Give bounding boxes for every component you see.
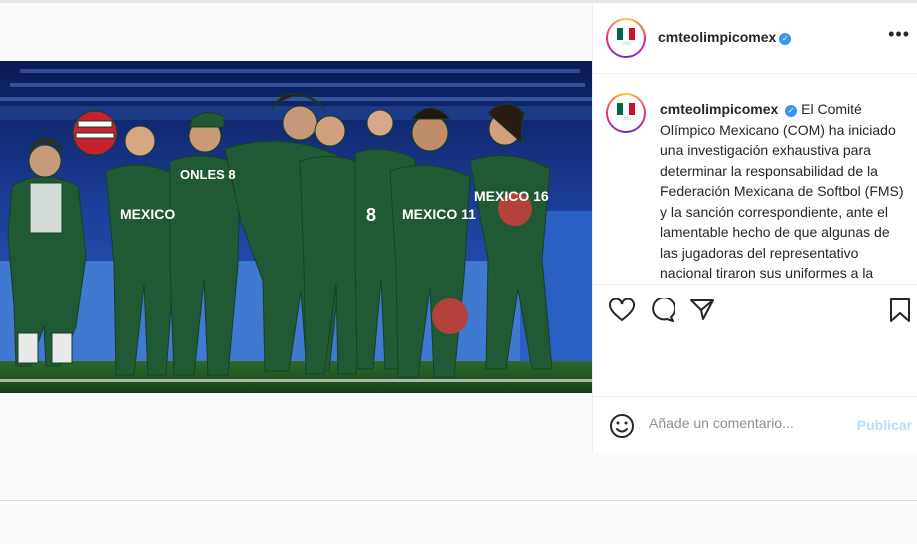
media-column: ONLES 8 MEXICO MEXICO 11 MEXICO 16 8 [0, 3, 592, 452]
jersey-number-text: 8 [366, 205, 376, 225]
jersey-number-text: MEXICO 16 [474, 188, 549, 204]
publish-button[interactable]: Publicar [857, 417, 912, 433]
jersey-country-text: MEXICO 11 [402, 206, 476, 222]
jersey-name-text: ONLES 8 [180, 167, 236, 182]
jersey-country-text: MEXICO [120, 206, 175, 222]
bookmark-icon[interactable] [889, 297, 911, 323]
softball-team-photo: ONLES 8 MEXICO MEXICO 11 MEXICO 16 8 [0, 61, 592, 393]
post-photo[interactable]: ONLES 8 MEXICO MEXICO 11 MEXICO 16 8 [0, 61, 592, 393]
mexico-flag-icon [617, 103, 635, 115]
share-icon[interactable] [689, 297, 715, 321]
mexico-flag-icon [617, 28, 635, 40]
avatar[interactable]: ○○○ [606, 18, 646, 58]
olympic-rings-icon: ○○○ [622, 41, 631, 47]
action-bar [593, 284, 917, 334]
post-header: ○○○ cmteolimpicomex ✓ ••• [593, 3, 917, 74]
post-caption: cmteolimpicomex ✓ El Comité Olímpico Mexi… [660, 99, 910, 284]
comment-input[interactable] [649, 415, 839, 431]
post-modal: ONLES 8 MEXICO MEXICO 11 MEXICO 16 8 ○○○… [0, 3, 917, 452]
username[interactable]: cmteolimpicomex [658, 29, 776, 45]
instagram-post-page: ONLES 8 MEXICO MEXICO 11 MEXICO 16 8 ○○○… [0, 0, 917, 544]
avatar[interactable]: ○○○ [606, 93, 646, 133]
likes-section [593, 334, 917, 396]
more-options-icon[interactable]: ••• [888, 25, 910, 43]
post-details-panel: ○○○ cmteolimpicomex ✓ ••• ○○○ cmteolimpi… [592, 3, 917, 452]
comment-form: Publicar [593, 396, 917, 452]
section-divider [0, 500, 917, 501]
header-username-link[interactable]: cmteolimpicomex ✓ [658, 29, 792, 47]
heart-icon[interactable] [609, 298, 635, 322]
verified-badge-icon: ✓ [785, 105, 798, 117]
caption-username[interactable]: cmteolimpicomex [660, 101, 778, 117]
caption-section: ○○○ cmteolimpicomex ✓ El Comité Olímpico … [593, 74, 917, 284]
emoji-icon[interactable] [609, 413, 635, 439]
olympic-rings-icon: ○○○ [622, 116, 631, 122]
verified-badge-icon: ✓ [779, 33, 792, 45]
caption-body: El Comité Olímpico Mexicano (COM) ha ini… [660, 101, 904, 281]
comment-icon[interactable] [649, 298, 675, 322]
